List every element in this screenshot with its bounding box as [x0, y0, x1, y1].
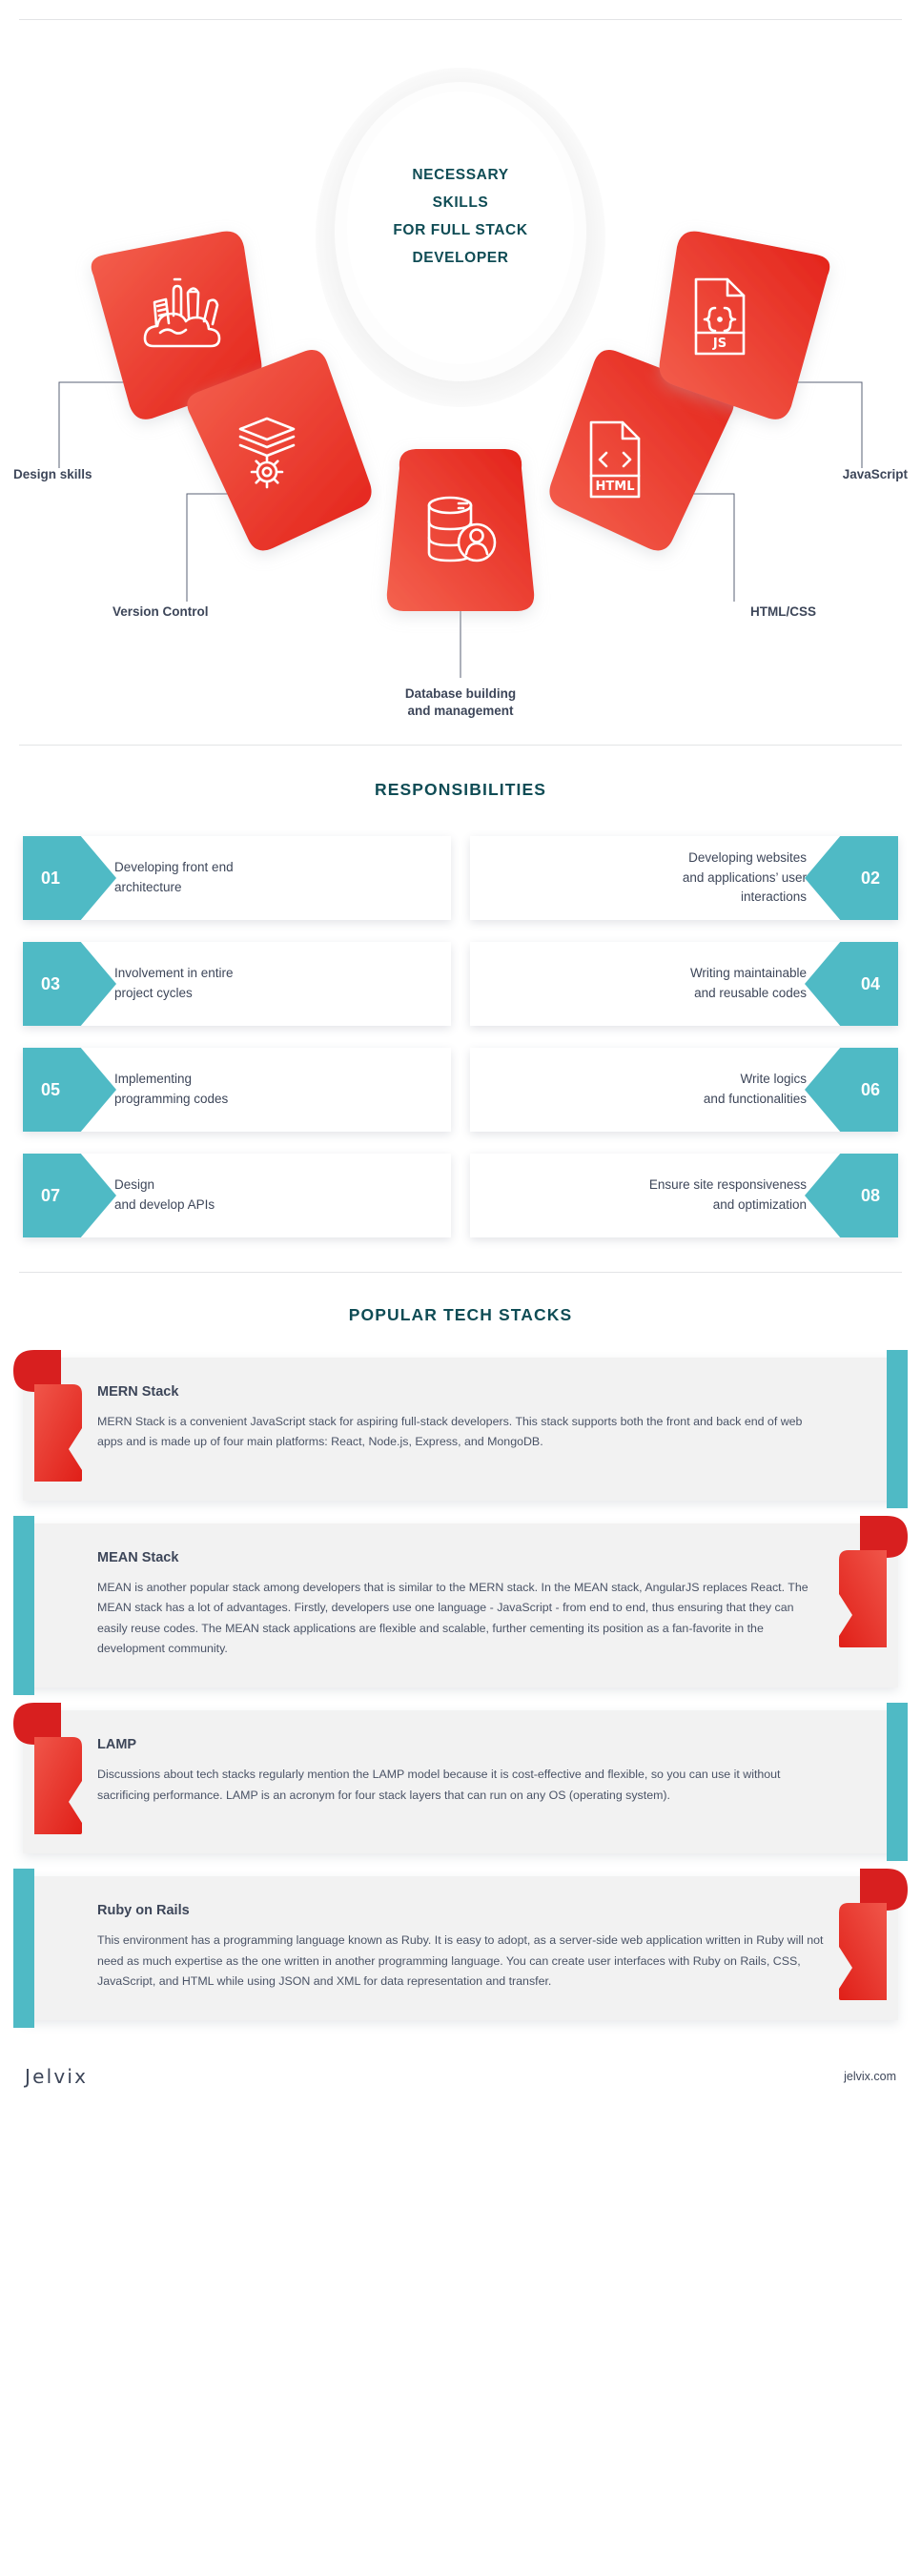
skill-label-database: Database building and management [404, 686, 517, 719]
skill-label-design-skills: Design skills [13, 467, 92, 481]
responsibilities-heading: RESPONSIBILITIES [375, 780, 546, 799]
necessary-skills-section: HTML JS NECESSARY SKILLS FOR FULL STACK [0, 20, 921, 745]
skill-label-javascript: JavaScript [842, 467, 908, 481]
tech-stack-ribbon-icon [839, 1516, 908, 1647]
tech-stack-body: MEAN Stack MEAN is another popular stack … [23, 1523, 898, 1687]
petal-diagram: HTML JS NECESSARY SKILLS FOR FULL STACK [0, 20, 921, 745]
responsibility-card: 08 Ensure site responsiveness and optimiz… [470, 1154, 898, 1237]
responsibility-number: 08 [805, 1154, 898, 1237]
responsibility-number: 06 [805, 1048, 898, 1132]
tech-stack-card: LAMP Discussions about tech stacks regula… [13, 1703, 908, 1862]
tech-stacks-section: POPULAR TECH STACKS MERN Stack MERN Stack… [0, 1273, 921, 2029]
svg-text:NECESSARY: NECESSARY [412, 167, 508, 183]
jelvix-website[interactable]: jelvix.com [844, 2070, 896, 2083]
responsibility-number: 02 [805, 836, 898, 920]
responsibility-card: 03 Involvement in entire project cycles [23, 942, 451, 1026]
responsibility-number: 01 [23, 836, 116, 920]
responsibility-number: 03 [23, 942, 116, 1026]
tech-stack-description: MEAN is another popular stack among deve… [97, 1581, 808, 1655]
responsibility-number: 04 [805, 942, 898, 1026]
responsibility-card: 01 Developing front end architecture [23, 836, 451, 920]
tech-stack-accent-strip [887, 1703, 908, 1862]
svg-text:DEVELOPER: DEVELOPER [412, 250, 508, 266]
tech-stack-body: LAMP Discussions about tech stacks regula… [23, 1710, 898, 1834]
responsibility-text: Developing websites and applications’ us… [682, 849, 807, 905]
tech-stack-card: Ruby on Rails This environment has a prog… [13, 1869, 908, 2029]
tech-stack-ribbon-icon [839, 1869, 908, 2001]
responsibility-text: Implementing programming codes [114, 1072, 229, 1106]
jelvix-logo: Jelvix [25, 2065, 89, 2089]
tech-stack-body: Ruby on Rails This environment has a prog… [23, 1876, 898, 2020]
responsibility-number: 05 [23, 1048, 116, 1132]
tech-stack-accent-strip [13, 1869, 34, 2029]
tech-stack-card: MERN Stack MERN Stack is a convenient Jav… [13, 1350, 908, 1508]
footer: Jelvix jelvix.com [0, 2043, 921, 2110]
responsibility-card: 05 Implementing programming codes [23, 1048, 451, 1132]
responsibility-text: Write logics and functionalities [703, 1072, 807, 1106]
tech-stacks-heading: POPULAR TECH STACKS [348, 1305, 573, 1324]
skill-label-version-control: Version Control [113, 604, 209, 619]
petal-database [386, 449, 535, 611]
tech-stack-title: MERN Stack [97, 1384, 179, 1400]
tech-stack-description: This environment has a programming langu… [97, 1933, 824, 1988]
tech-stack-description: Discussions about tech stacks regularly … [97, 1768, 781, 1802]
responsibilities-grid: 01 Developing front end architecture 02 Dev… [0, 836, 921, 1237]
tech-stack-card: MEAN Stack MEAN is another popular stack … [13, 1516, 908, 1696]
responsibility-text: Involvement in entire project cycles [114, 966, 234, 1000]
responsibilities-section: RESPONSIBILITIES 01 Developing front end … [0, 746, 921, 1237]
tech-stack-title: Ruby on Rails [97, 1903, 190, 1919]
svg-text:JS: JS [712, 337, 727, 351]
tech-stack-accent-strip [887, 1350, 908, 1508]
responsibility-text: Writing maintainable and reusable codes [689, 966, 807, 1000]
tech-stack-body: MERN Stack MERN Stack is a convenient Jav… [23, 1358, 898, 1482]
svg-text:FOR FULL STACK: FOR FULL STACK [393, 222, 527, 238]
responsibility-text: Developing front end architecture [114, 860, 234, 894]
tech-stack-ribbon-icon [13, 1703, 82, 1835]
tech-stack-ribbon-icon [13, 1350, 82, 1482]
responsibility-card: 07 Design and develop APIs [23, 1154, 451, 1237]
skill-label-html-css: HTML/CSS [750, 604, 816, 619]
responsibility-card: 06 Write logics and functionalities [470, 1048, 898, 1132]
responsibility-number: 07 [23, 1154, 116, 1237]
tech-stack-title: LAMP [97, 1737, 137, 1753]
tech-stack-description: MERN Stack is a convenient JavaScript st… [97, 1415, 803, 1449]
tech-stack-title: MEAN Stack [97, 1550, 179, 1565]
responsibility-text: Ensure site responsiveness and optimizat… [648, 1177, 807, 1212]
svg-text:HTML: HTML [596, 480, 635, 494]
responsibility-card: 04 Writing maintainable and reusable code… [470, 942, 898, 1026]
responsibility-card: 02 Developing websites and applications’ … [470, 836, 898, 920]
tech-stack-accent-strip [13, 1516, 34, 1696]
tech-stacks-list: MERN Stack MERN Stack is a convenient Jav… [0, 1350, 921, 2029]
responsibility-text: Design and develop APIs [114, 1177, 215, 1212]
svg-text:SKILLS: SKILLS [433, 194, 489, 211]
